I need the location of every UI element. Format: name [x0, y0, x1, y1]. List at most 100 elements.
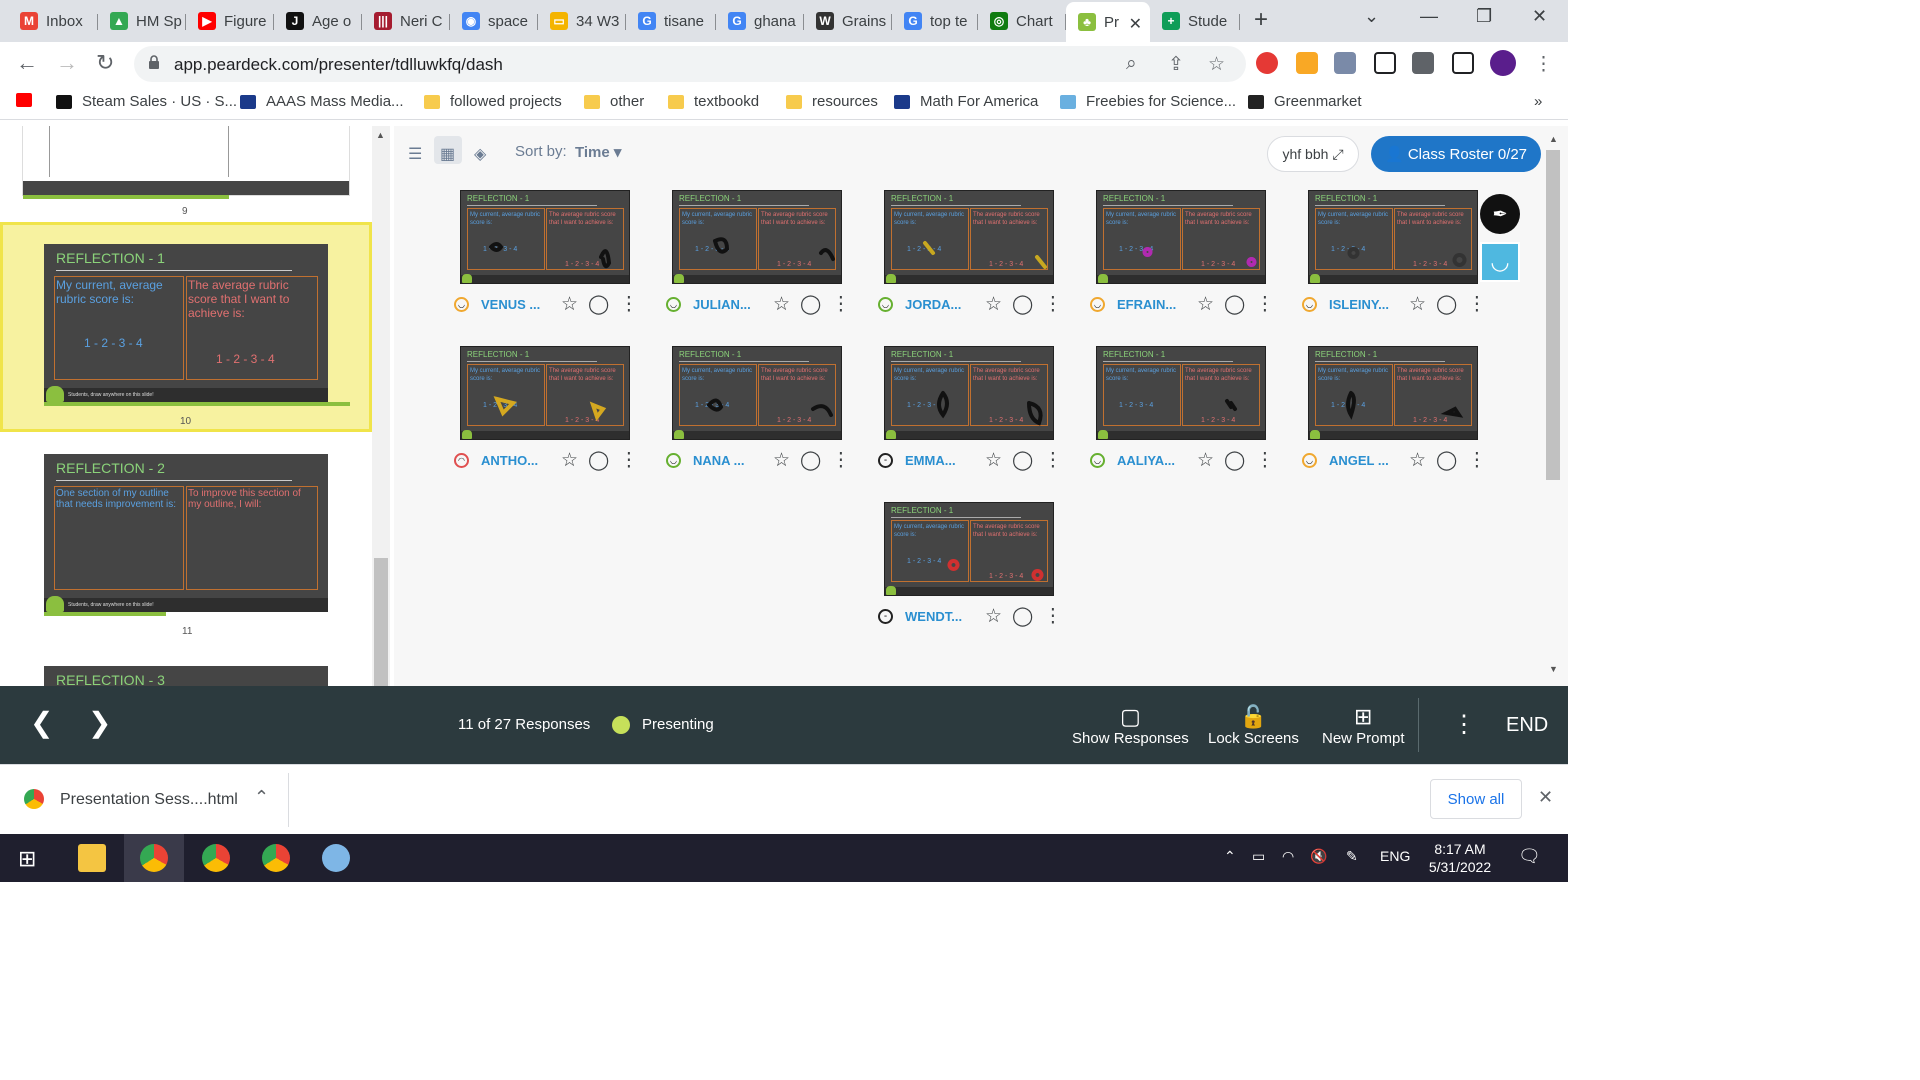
class-roster-button[interactable]: 👤 Class Roster 0/27	[1371, 136, 1541, 172]
slide-thumbnail-12[interactable]: REFLECTION - 3	[44, 666, 328, 686]
tray-expand-icon[interactable]: ⌃	[1224, 848, 1236, 865]
layers-view-icon[interactable]: ◈	[474, 144, 486, 164]
response-thumbnail[interactable]: REFLECTION - 1 My current, average rubric…	[884, 190, 1054, 284]
battery-icon[interactable]: ▭	[1252, 848, 1265, 865]
profile-avatar[interactable]	[1490, 50, 1516, 76]
language-indicator[interactable]: ENG	[1380, 848, 1410, 864]
star-icon[interactable]: ☆	[985, 449, 1002, 472]
bookmark-item[interactable]: Math For America	[894, 93, 1038, 110]
bookmark-item[interactable]: Greenmarket	[1248, 93, 1362, 110]
browser-tab[interactable]: Gtisane	[626, 6, 716, 36]
chrome-profile-3-icon[interactable]	[262, 844, 290, 872]
minimize-button[interactable]: —	[1420, 6, 1438, 27]
star-icon[interactable]: ☆	[773, 293, 790, 316]
notifications-icon[interactable]: 🗨	[1518, 846, 1541, 867]
star-icon[interactable]: ☆	[773, 449, 790, 472]
browser-tab[interactable]: Gtop te	[892, 6, 978, 36]
restore-button[interactable]: ❐	[1476, 6, 1492, 27]
browser-tab[interactable]: M Inbox	[8, 6, 98, 36]
star-icon[interactable]: ☆	[561, 293, 578, 316]
show-all-button[interactable]: Show all	[1430, 779, 1522, 819]
star-icon[interactable]: ☆	[1197, 293, 1214, 316]
star-icon[interactable]: ☆	[985, 605, 1002, 628]
star-icon[interactable]: ☆	[561, 449, 578, 472]
comment-icon[interactable]: ◯	[800, 449, 821, 472]
card-menu-icon[interactable]: ⋮	[1043, 605, 1062, 628]
extension-puzzle-blue-icon[interactable]	[1334, 52, 1356, 74]
browser-tab[interactable]: ◎ Chart	[978, 6, 1066, 36]
browser-tab[interactable]: J Age o	[274, 6, 362, 36]
new-prompt-button[interactable]: ⊞ New Prompt	[1322, 704, 1405, 747]
next-slide-button[interactable]: ❯	[88, 706, 111, 739]
bookmarks-more-icon[interactable]: »	[1534, 93, 1542, 110]
slide-panel-scrollbar[interactable]: ▲	[372, 126, 390, 686]
window-close-button[interactable]: ✕	[1532, 6, 1547, 27]
card-menu-icon[interactable]: ⋮	[619, 293, 638, 316]
response-thumbnail[interactable]: REFLECTION - 1 My current, average rubric…	[1308, 190, 1478, 284]
student-response-card[interactable]: REFLECTION - 1 My current, average rubric…	[870, 342, 1066, 482]
reload-button[interactable]: ↻	[96, 50, 114, 76]
student-response-card[interactable]: REFLECTION - 1 My current, average rubric…	[446, 186, 642, 326]
windows-start-icon[interactable]: ⊞	[18, 846, 36, 872]
screenshot-extension-icon[interactable]	[1374, 52, 1396, 74]
card-menu-icon[interactable]: ⋮	[619, 449, 638, 472]
response-thumbnail[interactable]: REFLECTION - 1 My current, average rubric…	[460, 190, 630, 284]
zoom-icon[interactable]: ⌕	[1126, 53, 1137, 75]
card-menu-icon[interactable]: ⋮	[831, 449, 850, 472]
wifi-icon[interactable]: ◠	[1282, 848, 1294, 865]
response-thumbnail[interactable]: REFLECTION - 1 My current, average rubric…	[884, 502, 1054, 596]
bookmark-item[interactable]: resources	[786, 93, 878, 110]
student-name[interactable]: ANGEL ...	[1329, 453, 1399, 468]
response-thumbnail[interactable]: REFLECTION - 1 My current, average rubric…	[672, 346, 842, 440]
bookmark-item[interactable]: other	[584, 93, 644, 110]
student-name[interactable]: JORDA...	[905, 297, 975, 312]
new-tab-button[interactable]: +	[1254, 6, 1268, 34]
lock-screens-button[interactable]: 🔓 Lock Screens	[1208, 704, 1299, 747]
card-menu-icon[interactable]: ⋮	[1467, 293, 1486, 316]
student-response-card[interactable]: REFLECTION - 1 My current, average rubric…	[870, 186, 1066, 326]
star-icon[interactable]: ☆	[1409, 449, 1426, 472]
bookmark-star-icon[interactable]: ☆	[1208, 53, 1225, 76]
extension-chart-icon[interactable]	[1296, 52, 1318, 74]
address-bar[interactable]: app.peardeck.com/presenter/tdlluwkfq/das…	[134, 46, 1246, 82]
comment-icon[interactable]: ◯	[1012, 449, 1033, 472]
student-name[interactable]: EFRAIN...	[1117, 297, 1187, 312]
card-menu-icon[interactable]: ⋮	[1043, 293, 1062, 316]
slide-thumbnail-11[interactable]: REFLECTION - 2 One section of my outline…	[44, 454, 328, 612]
pen-tool-icon[interactable]: ✒	[1480, 194, 1520, 234]
card-menu-icon[interactable]: ⋮	[1255, 293, 1274, 316]
slide-thumbnail-9[interactable]	[22, 126, 350, 199]
student-name[interactable]: WENDT...	[905, 609, 975, 624]
browser-tab[interactable]: + Stude	[1150, 6, 1240, 36]
project-button[interactable]: yhf bbh ⤢	[1267, 136, 1359, 172]
star-icon[interactable]: ☆	[985, 293, 1002, 316]
chevron-up-icon[interactable]: ⌃	[254, 787, 269, 808]
comment-icon[interactable]: ◯	[1436, 293, 1457, 316]
bookmark-item[interactable]: textbookd	[668, 93, 759, 110]
response-thumbnail[interactable]: REFLECTION - 1 My current, average rubric…	[1308, 346, 1478, 440]
list-view-icon[interactable]: ☰	[408, 144, 422, 164]
chrome-profile-2-icon[interactable]	[202, 844, 230, 872]
response-thumbnail[interactable]: REFLECTION - 1 My current, average rubric…	[884, 346, 1054, 440]
browser-tab[interactable]: Gghana	[716, 6, 804, 36]
student-response-card[interactable]: REFLECTION - 1 My current, average rubric…	[1294, 342, 1490, 482]
previous-slide-button[interactable]: ❮	[30, 706, 53, 739]
comment-icon[interactable]: ◯	[588, 449, 609, 472]
adblock-icon[interactable]	[1256, 52, 1278, 74]
bookmark-item[interactable]: Freebies for Science...	[1060, 93, 1236, 110]
student-response-card[interactable]: REFLECTION - 1 My current, average rubric…	[1082, 342, 1278, 482]
grid-view-icon[interactable]: ▦	[440, 144, 455, 164]
share-icon[interactable]: ⇪	[1168, 53, 1184, 76]
student-response-card[interactable]: REFLECTION - 1 My current, average rubric…	[658, 342, 854, 482]
responses-scrollbar[interactable]: ▲ ▼	[1546, 134, 1560, 676]
card-menu-icon[interactable]: ⋮	[1467, 449, 1486, 472]
student-name[interactable]: JULIAN...	[693, 297, 763, 312]
browser-tab[interactable]: W Grains	[804, 6, 892, 36]
comment-icon[interactable]: ◯	[1436, 449, 1457, 472]
student-name[interactable]: EMMA...	[905, 453, 975, 468]
comment-icon[interactable]: ◯	[1012, 293, 1033, 316]
student-response-card[interactable]: REFLECTION - 1 My current, average rubric…	[1082, 186, 1278, 326]
student-name[interactable]: ANTHO...	[481, 453, 551, 468]
student-name[interactable]: ISLEINY...	[1329, 297, 1399, 312]
star-icon[interactable]: ☆	[1409, 293, 1426, 316]
